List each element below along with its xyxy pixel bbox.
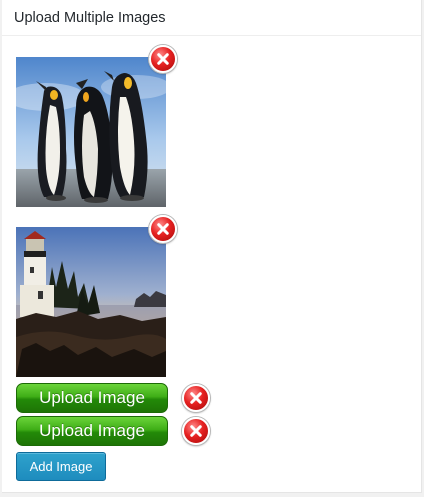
close-icon	[190, 425, 202, 437]
remove-upload-row-1-button[interactable]	[182, 384, 210, 412]
upload-multiple-images-panel: Upload Multiple Images Upload Image Uplo…	[2, 0, 422, 493]
image-thumbnail-penguins	[16, 57, 166, 207]
upload-image-button-2[interactable]: Upload Image	[16, 416, 168, 446]
lighthouse-image	[16, 227, 166, 377]
panel-header: Upload Multiple Images	[2, 0, 421, 36]
upload-image-button-1[interactable]: Upload Image	[16, 383, 168, 413]
add-image-button[interactable]: Add Image	[16, 452, 106, 481]
close-icon	[157, 53, 169, 65]
close-icon	[157, 223, 169, 235]
penguins-image	[16, 57, 166, 207]
delete-image-2-button[interactable]	[149, 215, 177, 243]
image-thumbnail-lighthouse	[16, 227, 166, 377]
remove-upload-row-2-button[interactable]	[182, 417, 210, 445]
panel-title: Upload Multiple Images	[14, 10, 166, 26]
close-icon	[190, 392, 202, 404]
delete-image-1-button[interactable]	[149, 45, 177, 73]
